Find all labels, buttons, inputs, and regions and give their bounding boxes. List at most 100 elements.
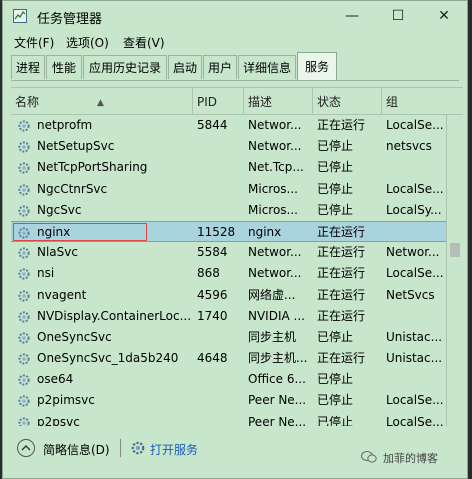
service-status: 正在运行	[317, 287, 366, 302]
service-description: Peer Ne...	[248, 414, 307, 426]
service-row[interactable]: OneSyncSvc_1da5b240 4648 同步主机... 正在运行 Unista…	[11, 348, 447, 369]
service-name: NetTcpPortSharing	[37, 160, 148, 175]
service-status: 正在运行	[317, 351, 366, 366]
tab-processes[interactable]: 进程	[11, 55, 45, 79]
tab-users[interactable]: 用户	[203, 55, 237, 79]
column-header-pid[interactable]: PID	[193, 88, 244, 114]
minimize-button[interactable]: —	[329, 1, 375, 31]
service-row[interactable]: OneSyncSvc 同步主机 已停止 Unistac...	[11, 327, 447, 348]
service-status: 已停止	[317, 393, 354, 408]
service-group: Unistac...	[386, 351, 443, 366]
service-description: 同步主机...	[248, 351, 308, 366]
service-row[interactable]: nsi 868 Networ... 正在运行 LocalSe...	[11, 263, 447, 284]
title-bar[interactable]: 任务管理器 — ☐ ✕	[3, 1, 467, 31]
service-row[interactable]: NgcSvc Micros... 已停止 LocalSy...	[11, 200, 447, 221]
service-description: NVIDIA ...	[248, 308, 305, 323]
service-group	[382, 369, 448, 390]
service-description: 同步主机	[248, 329, 297, 344]
service-group: Networ...	[386, 245, 440, 260]
service-pid: 4596	[197, 287, 228, 302]
service-name: OneSyncSvc_1da5b240	[37, 351, 179, 366]
tab-startup[interactable]: 启动	[168, 55, 202, 79]
tab-app-history[interactable]: 应用历史记录	[83, 55, 167, 79]
column-header-group[interactable]: 组	[382, 88, 463, 114]
service-status: 正在运行	[317, 245, 366, 260]
column-header-name[interactable]: 名称 ▲	[11, 88, 193, 114]
tab-performance[interactable]: 性能	[46, 55, 82, 79]
service-group: LocalSe...	[386, 414, 444, 426]
service-description: nginx	[248, 224, 282, 239]
window-title: 任务管理器	[37, 12, 103, 27]
service-pid	[193, 412, 243, 426]
service-description: Networ...	[248, 245, 302, 260]
vertical-scrollbar[interactable]	[446, 115, 463, 426]
services-table: 名称 ▲ PID 描述 状态 组 netprofm 5844 Networ... 正在…	[11, 87, 463, 426]
maximize-button[interactable]: ☐	[375, 1, 421, 31]
service-name: NlaSvc	[37, 245, 78, 260]
service-pid: 5584	[197, 245, 228, 260]
service-group: LocalSe...	[386, 393, 444, 408]
service-description: Networ...	[248, 118, 302, 132]
service-name: NVDisplay.ContainerLoc...	[37, 308, 191, 323]
service-pid	[193, 390, 243, 411]
fewer-details-button[interactable]: 简略信息(D)	[43, 441, 110, 458]
service-description: Office 6...	[248, 372, 306, 387]
service-group	[382, 157, 448, 178]
service-row[interactable]: NetSetupSvc Networ... 已停止 netsvcs	[11, 136, 447, 157]
service-group	[382, 306, 448, 327]
service-name: p2psvc	[37, 414, 80, 426]
highlight-box	[13, 222, 147, 241]
service-description: Micros...	[248, 181, 298, 196]
service-row[interactable]: NlaSvc 5584 Networ... 正在运行 Networ...	[11, 242, 447, 263]
service-pid: 1740	[197, 308, 228, 323]
service-name: ose64	[37, 372, 74, 387]
service-row[interactable]: nvagent 4596 网络虚... 正在运行 NetSvcs	[11, 285, 447, 306]
column-header-status[interactable]: 状态	[313, 88, 382, 114]
close-button[interactable]: ✕	[421, 1, 467, 31]
service-row[interactable]: NetTcpPortSharing Net.Tcp... 已停止	[11, 157, 447, 178]
service-pid: 4648	[197, 351, 228, 366]
collapse-chevron-icon[interactable]	[17, 439, 35, 457]
menu-file[interactable]: 文件(F)	[14, 34, 54, 51]
service-pid: 868	[197, 266, 220, 281]
service-description: Networ...	[248, 139, 302, 154]
wechat-icon	[361, 451, 377, 463]
service-name: NgcSvc	[37, 202, 82, 217]
service-group: LocalSy...	[386, 202, 442, 217]
table-body: netprofm 5844 Networ... 正在运行 LocalSe... NetSe…	[11, 115, 447, 426]
service-pid	[193, 369, 243, 390]
column-header-description[interactable]: 描述	[244, 88, 313, 114]
menu-options[interactable]: 选项(O)	[66, 34, 109, 51]
tab-details[interactable]: 详细信息	[238, 55, 296, 79]
service-name: OneSyncSvc	[37, 329, 112, 344]
service-pid	[193, 179, 243, 200]
service-row[interactable]: nginx 11528 nginx 正在运行	[11, 220, 448, 243]
service-pid: 11528	[197, 224, 236, 239]
service-pid	[193, 136, 243, 157]
service-group: LocalSe...	[386, 266, 444, 281]
service-row[interactable]: p2pimsvc Peer Ne... 已停止 LocalSe...	[11, 390, 447, 411]
service-description: Peer Ne...	[248, 393, 307, 408]
service-group: Unistac...	[386, 329, 443, 344]
menu-view[interactable]: 查看(V)	[123, 34, 165, 51]
service-pid	[193, 200, 243, 221]
service-group: NetSvcs	[386, 287, 435, 302]
open-services-link[interactable]: 打开服务	[150, 441, 198, 458]
column-header-name-label: 名称	[15, 95, 40, 109]
service-row[interactable]: NgcCtnrSvc Micros... 已停止 LocalSe...	[11, 179, 447, 200]
service-pid	[193, 157, 243, 178]
tab-services[interactable]: 服务	[297, 52, 337, 80]
scrollbar-thumb[interactable]	[450, 243, 460, 257]
task-manager-app-icon	[13, 9, 27, 23]
service-status: 已停止	[317, 372, 354, 387]
service-description: Networ...	[248, 266, 302, 281]
service-group	[382, 222, 448, 243]
service-description: 网络虚...	[248, 287, 296, 302]
service-pid	[193, 327, 243, 348]
service-row[interactable]: NVDisplay.ContainerLoc... 1740 NVIDIA ... 正…	[11, 306, 447, 327]
service-row[interactable]: ose64 Office 6... 已停止	[11, 369, 447, 390]
watermark-text: 加菲的博客	[383, 452, 438, 465]
service-row[interactable]: p2psvc Peer Ne... 已停止 LocalSe...	[11, 412, 447, 426]
service-row[interactable]: netprofm 5844 Networ... 正在运行 LocalSe...	[11, 115, 447, 136]
service-group: LocalSe...	[386, 118, 444, 132]
